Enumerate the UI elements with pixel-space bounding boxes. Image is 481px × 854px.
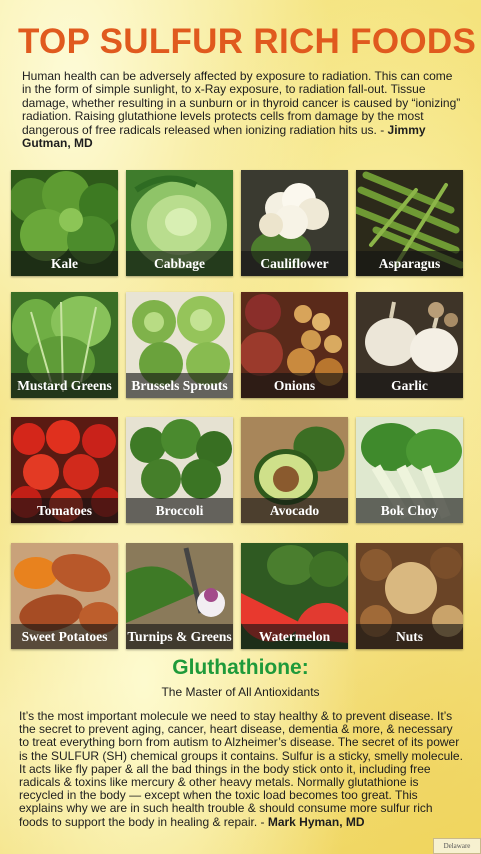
food-label: Asparagus (356, 251, 463, 276)
food-tile-turnips-greens: Turnips & Greens (126, 543, 233, 649)
food-label: Cabbage (126, 251, 233, 276)
food-tile-avocado: Avocado (241, 417, 348, 523)
food-tile-garlic: Garlic (356, 292, 463, 398)
brand-logo: Delaware (433, 838, 481, 854)
food-label: Garlic (356, 373, 463, 398)
food-tile-nuts: Nuts (356, 543, 463, 649)
food-tile-bok-choy: Bok Choy (356, 417, 463, 523)
food-label: Onions (241, 373, 348, 398)
food-tile-tomatoes: Tomatoes (11, 417, 118, 523)
food-tile-mustard-greens: Mustard Greens (11, 292, 118, 398)
food-tile-sweet-potatoes: Sweet Potatoes (11, 543, 118, 649)
food-label: Kale (11, 251, 118, 276)
food-label: Mustard Greens (11, 373, 118, 398)
page-title: TOP SULFUR RICH FOODS (18, 22, 477, 61)
food-label: Sweet Potatoes (11, 624, 118, 649)
glutathione-text: It’s the most important molecule we need… (19, 709, 463, 829)
food-tile-asparagus: Asparagus (356, 170, 463, 276)
glutathione-title: Gluthathione: (172, 656, 309, 679)
food-grid: Kale Cabbage Cauliflower Asparagus Musta… (11, 170, 463, 652)
food-label: Bok Choy (356, 498, 463, 523)
intro-paragraph: Human health can be adversely affected b… (22, 69, 462, 150)
food-tile-kale: Kale (11, 170, 118, 276)
food-tile-cabbage: Cabbage (126, 170, 233, 276)
food-tile-cauliflower: Cauliflower (241, 170, 348, 276)
food-label: Broccoli (126, 498, 233, 523)
food-tile-brussels-sprouts: Brussels Sprouts (126, 292, 233, 398)
food-tile-watermelon: Watermelon (241, 543, 348, 649)
food-label: Brussels Sprouts (126, 373, 233, 398)
food-label: Avocado (241, 498, 348, 523)
food-tile-onions: Onions (241, 292, 348, 398)
food-label: Watermelon (241, 624, 348, 649)
food-label: Nuts (356, 624, 463, 649)
food-tile-broccoli: Broccoli (126, 417, 233, 523)
food-label: Turnips & Greens (126, 624, 233, 649)
food-label: Tomatoes (11, 498, 118, 523)
glutathione-paragraph: It’s the most important molecule we need… (19, 709, 465, 829)
food-label: Cauliflower (241, 251, 348, 276)
glutathione-subtitle: The Master of All Antioxidants (161, 685, 320, 699)
glutathione-author: Mark Hyman, MD (267, 814, 365, 829)
